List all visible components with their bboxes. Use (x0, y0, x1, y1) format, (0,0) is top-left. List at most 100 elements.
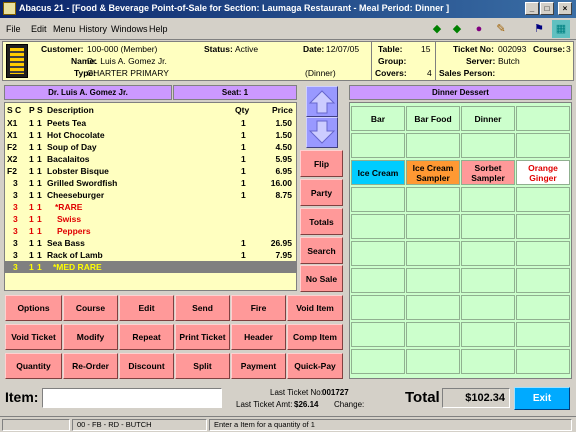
empty-cell[interactable] (461, 295, 515, 320)
menu-windows[interactable]: Windows (111, 24, 148, 34)
order-row-selected[interactable]: 3 1 1 *MED RARE (5, 261, 296, 273)
category-bar-food-button[interactable]: Bar Food (406, 106, 460, 131)
scroll-up-button[interactable] (306, 86, 338, 117)
empty-cell[interactable] (406, 133, 460, 158)
empty-cell[interactable] (461, 322, 515, 347)
modify-button[interactable]: Modify (63, 324, 118, 350)
forward-arrow-icon[interactable]: ◆ (448, 20, 466, 38)
search-button[interactable]: Search (300, 237, 343, 264)
empty-cell[interactable] (461, 187, 515, 212)
ice-cream-button[interactable]: Ice Cream (351, 160, 405, 185)
course-button[interactable]: Course (63, 295, 118, 321)
order-row-modifier[interactable]: 3 1 1 Swiss (5, 213, 296, 225)
maximize-button[interactable]: □ (540, 2, 554, 15)
no-sale-button[interactable]: No Sale (300, 265, 343, 292)
globe-icon[interactable]: ● (470, 20, 488, 38)
empty-cell[interactable] (516, 241, 570, 266)
empty-cell[interactable] (406, 214, 460, 239)
order-row[interactable]: 3 1 1 Rack of Lamb 1 7.95 (5, 249, 296, 261)
seat-header[interactable]: Seat: 1 (173, 85, 297, 100)
order-row[interactable]: X1 1 1 Peets Tea 1 1.50 (5, 117, 296, 129)
course-label: Course: (533, 44, 566, 54)
empty-cell[interactable] (516, 187, 570, 212)
void-item-button[interactable]: Void Item (287, 295, 343, 321)
item-input[interactable] (42, 388, 222, 408)
empty-cell[interactable] (406, 241, 460, 266)
empty-cell[interactable] (351, 214, 405, 239)
empty-cell[interactable] (351, 322, 405, 347)
menu-file[interactable]: File (6, 24, 21, 34)
re-order-button[interactable]: Re-Order (63, 353, 118, 379)
exit-button[interactable]: Exit (514, 387, 570, 410)
repeat-button[interactable]: Repeat (119, 324, 174, 350)
empty-cell[interactable] (461, 349, 515, 374)
scroll-down-button[interactable] (306, 117, 338, 148)
category-bar-button[interactable]: Bar (351, 106, 405, 131)
quick-pay-button[interactable]: Quick-Pay (287, 353, 343, 379)
payment-button[interactable]: Payment (231, 353, 286, 379)
empty-cell[interactable] (351, 187, 405, 212)
flip-button[interactable]: Flip (300, 150, 343, 177)
empty-cell[interactable] (461, 133, 515, 158)
category-dinner-button[interactable]: Dinner (461, 106, 515, 131)
menu-history[interactable]: History (79, 24, 107, 34)
order-row[interactable]: 3 1 1 Cheeseburger 1 8.75 (5, 189, 296, 201)
empty-cell[interactable] (351, 349, 405, 374)
close-button[interactable]: × (558, 2, 572, 15)
header-button[interactable]: Header (231, 324, 286, 350)
comp-item-button[interactable]: Comp Item (287, 324, 343, 350)
guest-header[interactable]: Dr. Luis A. Gomez Jr. (4, 85, 172, 100)
empty-cell[interactable] (351, 133, 405, 158)
table-label: Table: (378, 44, 403, 54)
empty-cell[interactable] (461, 241, 515, 266)
sorbet-sampler-button[interactable]: Sorbet Sampler (461, 160, 515, 185)
back-arrow-icon[interactable]: ◆ (428, 20, 446, 38)
empty-cell[interactable] (516, 214, 570, 239)
tools-icon[interactable]: ✎ (492, 20, 510, 38)
empty-cell[interactable] (406, 268, 460, 293)
empty-cell[interactable] (461, 214, 515, 239)
fire-button[interactable]: Fire (231, 295, 286, 321)
minimize-button[interactable]: _ (525, 2, 539, 15)
orange-ginger-button[interactable]: Orange Ginger (516, 160, 570, 185)
ice-cream-sampler-button[interactable]: Ice Cream Sampler (406, 160, 460, 185)
order-row[interactable]: X2 1 1 Bacalaitos 1 5.95 (5, 153, 296, 165)
empty-cell[interactable] (461, 268, 515, 293)
order-row[interactable]: F2 1 1 Soup of Day 1 4.50 (5, 141, 296, 153)
void-ticket-button[interactable]: Void Ticket (5, 324, 62, 350)
empty-cell[interactable] (351, 268, 405, 293)
quantity-button[interactable]: Quantity (5, 353, 62, 379)
empty-cell[interactable] (516, 295, 570, 320)
empty-cell[interactable] (516, 268, 570, 293)
menu-menu[interactable]: Menu (53, 24, 76, 34)
menu-help[interactable]: Help (149, 24, 168, 34)
category-empty-button[interactable] (516, 106, 570, 131)
calculator-icon[interactable]: ▦ (552, 20, 570, 38)
exit-icon[interactable]: ⚑ (530, 20, 548, 38)
order-row[interactable]: F2 1 1 Lobster Bisque 1 6.95 (5, 165, 296, 177)
order-row[interactable]: X1 1 1 Hot Chocolate 1 1.50 (5, 129, 296, 141)
discount-button[interactable]: Discount (119, 353, 174, 379)
send-button[interactable]: Send (175, 295, 230, 321)
totals-button[interactable]: Totals (300, 208, 343, 235)
party-button[interactable]: Party (300, 179, 343, 206)
print-ticket-button[interactable]: Print Ticket (175, 324, 230, 350)
covers-label: Covers: (375, 68, 407, 78)
empty-cell[interactable] (351, 295, 405, 320)
menu-edit[interactable]: Edit (31, 24, 47, 34)
order-row[interactable]: 3 1 1 Sea Bass 1 26.95 (5, 237, 296, 249)
options-button[interactable]: Options (5, 295, 62, 321)
empty-cell[interactable] (516, 322, 570, 347)
empty-cell[interactable] (406, 187, 460, 212)
empty-cell[interactable] (406, 295, 460, 320)
order-row[interactable]: 3 1 1 Grilled Swordfish 1 16.00 (5, 177, 296, 189)
empty-cell[interactable] (516, 133, 570, 158)
empty-cell[interactable] (406, 322, 460, 347)
order-row-modifier[interactable]: 3 1 1 *RARE (5, 201, 296, 213)
edit-button[interactable]: Edit (119, 295, 174, 321)
order-row-modifier[interactable]: 3 1 1 Peppers (5, 225, 296, 237)
split-button[interactable]: Split (175, 353, 230, 379)
empty-cell[interactable] (406, 349, 460, 374)
empty-cell[interactable] (351, 241, 405, 266)
empty-cell[interactable] (516, 349, 570, 374)
